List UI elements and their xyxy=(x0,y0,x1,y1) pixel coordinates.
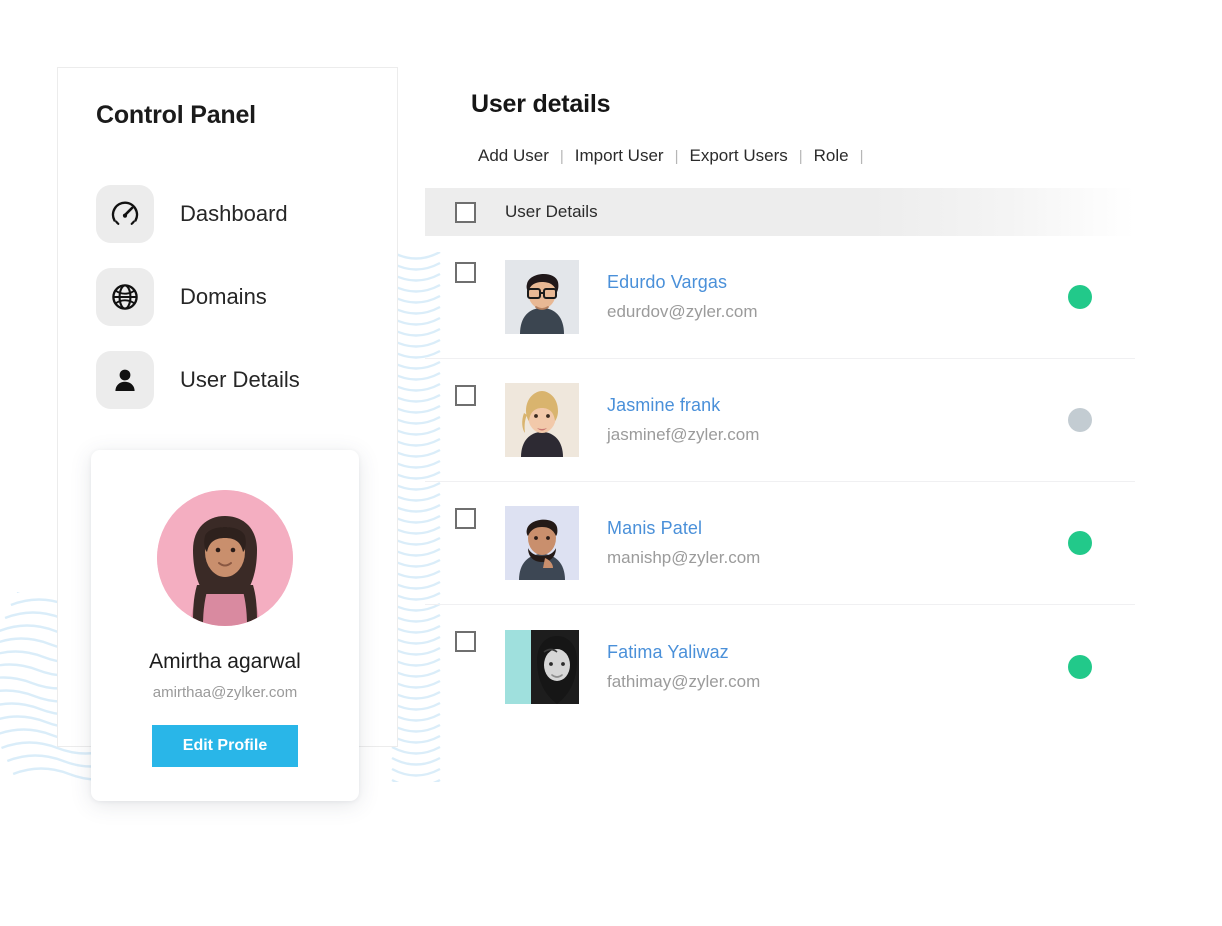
globe-icon xyxy=(96,267,154,326)
toolbar: Add User | Import User | Export Users | … xyxy=(467,146,1135,166)
status-cell xyxy=(1025,531,1135,555)
row-checkbox-cell xyxy=(425,508,505,529)
status-cell xyxy=(1025,408,1135,432)
status-badge xyxy=(1068,531,1092,555)
row-select-checkbox[interactable] xyxy=(454,631,476,652)
status-cell xyxy=(1025,285,1135,309)
user-email: edurdov@zyler.com xyxy=(607,302,758,321)
row-info: Edurdo Vargas edurdov@zyler.com xyxy=(607,272,1025,322)
role-link[interactable]: Role xyxy=(803,146,860,166)
sidebar-item-dashboard[interactable]: Dashboard xyxy=(96,184,366,243)
row-select-checkbox[interactable] xyxy=(454,508,476,529)
user-email: jasminef@zyler.com xyxy=(607,425,760,444)
user-name-link[interactable]: Jasmine frank xyxy=(607,395,1025,416)
status-badge xyxy=(1068,408,1092,432)
row-select-checkbox[interactable] xyxy=(454,262,476,283)
sidebar-nav: Dashboard Domains User Details xyxy=(96,184,366,433)
table-row[interactable]: Manis Patel manishp@zyler.com xyxy=(425,482,1135,605)
select-all-checkbox[interactable] xyxy=(454,201,476,223)
table-row[interactable]: Edurdo Vargas edurdov@zyler.com xyxy=(425,236,1135,359)
user-name-link[interactable]: Manis Patel xyxy=(607,518,1025,539)
user-name-link[interactable]: Fatima Yaliwaz xyxy=(607,642,1025,663)
profile-name: Amirtha agarwal xyxy=(149,650,301,673)
table-row[interactable]: Jasmine frank jasminef@zyler.com xyxy=(425,359,1135,482)
table-header-row: User Details xyxy=(425,188,1135,236)
app-root: Control Panel Dashboard Domains User Det… xyxy=(0,0,1222,926)
status-badge xyxy=(1068,285,1092,309)
row-checkbox-cell xyxy=(425,262,505,283)
status-cell xyxy=(1025,654,1135,679)
panel-title: Control Panel xyxy=(96,101,256,129)
sidebar-item-user-details[interactable]: User Details xyxy=(96,350,366,409)
sidebar-item-domains[interactable]: Domains xyxy=(96,267,366,326)
avatar xyxy=(157,490,293,626)
table-row[interactable]: Fatima Yaliwaz fathimay@zyler.com xyxy=(425,605,1135,728)
row-info: Jasmine frank jasminef@zyler.com xyxy=(607,395,1025,445)
export-users-link[interactable]: Export Users xyxy=(678,146,798,166)
row-checkbox-cell xyxy=(425,631,505,652)
page-title: User details xyxy=(471,90,611,118)
profile-card: Amirtha agarwal amirthaa@zylker.com Edit… xyxy=(91,450,359,801)
person-icon xyxy=(96,350,154,409)
add-user-link[interactable]: Add User xyxy=(467,146,560,166)
main-content: User details Add User | Import User | Ex… xyxy=(425,90,1135,728)
row-info: Manis Patel manishp@zyler.com xyxy=(607,518,1025,568)
user-email: fathimay@zyler.com xyxy=(607,671,761,691)
select-all-cell xyxy=(425,201,505,223)
profile-email: amirthaa@zylker.com xyxy=(152,684,298,701)
avatar xyxy=(505,629,579,704)
toolbar-separator: | xyxy=(859,147,864,165)
user-email: manishp@zyler.com xyxy=(607,548,761,567)
edit-profile-button[interactable]: Edit Profile xyxy=(152,725,298,767)
row-select-checkbox[interactable] xyxy=(454,385,476,406)
avatar xyxy=(505,383,579,457)
avatar xyxy=(505,260,579,334)
sidebar-item-label: User Details xyxy=(180,366,300,392)
row-info: Fatima Yaliwaz fathimay@zyler.com xyxy=(607,642,1025,692)
column-header-user-details: User Details xyxy=(505,202,598,221)
import-user-link[interactable]: Import User xyxy=(564,146,675,166)
status-badge xyxy=(1068,654,1092,679)
sidebar-item-label: Dashboard xyxy=(180,200,288,226)
row-checkbox-cell xyxy=(425,385,505,406)
avatar xyxy=(505,506,579,580)
table-body: Edurdo Vargas edurdov@zyler.com Jasmine … xyxy=(425,236,1135,728)
user-name-link[interactable]: Edurdo Vargas xyxy=(607,272,1025,293)
speedometer-icon xyxy=(96,184,154,243)
user-table: User Details Edurdo Vargas edurdov@zyler… xyxy=(425,188,1135,728)
sidebar-item-label: Domains xyxy=(180,283,267,309)
